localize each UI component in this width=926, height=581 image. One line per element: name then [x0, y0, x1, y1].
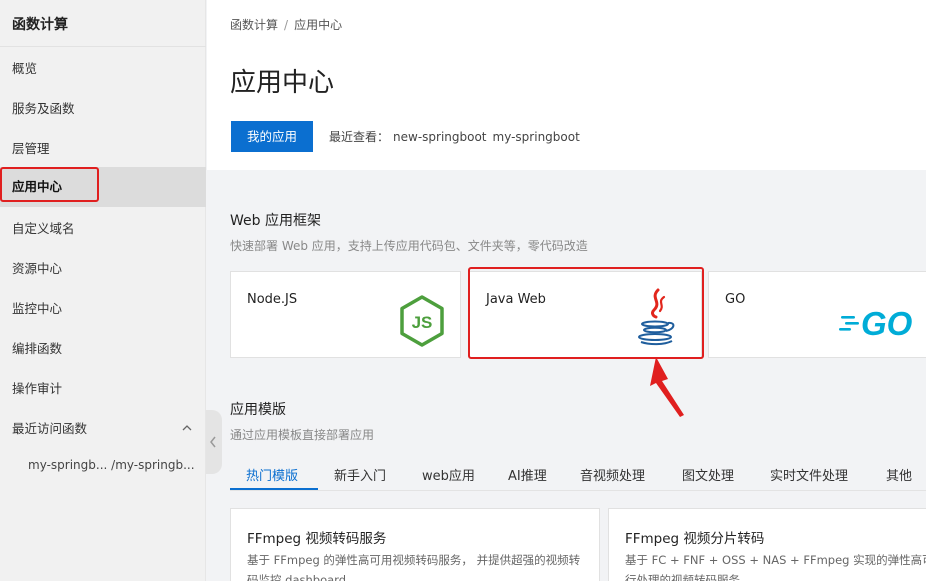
- recently-viewed-label: 最近查看：: [329, 130, 390, 144]
- recent-app-link[interactable]: new-springboot: [393, 130, 487, 144]
- template-card-title: FFmpeg 视频转码服务: [247, 531, 387, 547]
- sidebar-item-app-center[interactable]: 应用中心: [0, 167, 206, 207]
- sidebar-title: 函数计算: [12, 17, 68, 33]
- my-apps-button[interactable]: 我的应用: [231, 121, 313, 152]
- tab-image-text[interactable]: 图文处理: [682, 465, 734, 484]
- sidebar-collapse-handle[interactable]: [206, 410, 222, 474]
- framework-card-label: GO: [725, 292, 746, 307]
- chevron-left-icon: [210, 436, 216, 448]
- tab-ai-inference[interactable]: AI推理: [508, 465, 547, 484]
- sidebar-item-services-functions[interactable]: 服务及函数: [0, 89, 206, 129]
- sidebar-item-layers[interactable]: 层管理: [0, 129, 206, 169]
- recently-viewed: 最近查看： new-springboot my-springboot: [329, 128, 586, 145]
- recent-function-link[interactable]: my-springb... /my-springb...: [28, 458, 195, 472]
- sidebar-item-resource-center[interactable]: 资源中心: [0, 249, 206, 289]
- tab-web-apps[interactable]: web应用: [422, 465, 475, 484]
- breadcrumb-item-root[interactable]: 函数计算: [230, 18, 278, 32]
- template-card-title: FFmpeg 视频分片转码: [625, 531, 765, 547]
- svg-text:GO: GO: [861, 305, 913, 340]
- framework-card-java-web[interactable]: Java Web: [469, 271, 702, 358]
- svg-text:JS: JS: [412, 313, 433, 332]
- sidebar-item-monitoring[interactable]: 监控中心: [0, 289, 206, 329]
- app-root: 函数计算 概览 服务及函数 层管理 应用中心 自定义域名 资源中心 监控中心 编…: [0, 0, 926, 581]
- sidebar-item-label: 最近访问函数: [12, 421, 88, 436]
- template-card-ffmpeg-segment[interactable]: FFmpeg 视频分片转码 基于 FC + FNF + OSS + NAS + …: [608, 508, 926, 581]
- chevron-up-icon[interactable]: [182, 423, 192, 433]
- sidebar: 函数计算 概览 服务及函数 层管理 应用中心 自定义域名 资源中心 监控中心 编…: [0, 0, 206, 581]
- framework-card-label: Java Web: [486, 292, 546, 307]
- tab-hot-templates[interactable]: 热门模版: [246, 465, 298, 484]
- page-header: 函数计算 / 应用中心 应用中心 我的应用 最近查看： new-springboot m…: [207, 0, 926, 170]
- tab-other[interactable]: 其他: [886, 465, 912, 484]
- sidebar-divider: [0, 46, 206, 47]
- section-desc-web-frameworks: 快速部署 Web 应用，支持上传应用代码包、文件夹等，零代码改造: [230, 239, 588, 253]
- framework-card-label: Node.JS: [247, 292, 298, 307]
- breadcrumb: 函数计算 / 应用中心: [230, 16, 342, 33]
- annotation-arrow: [650, 357, 684, 417]
- nodejs-icon: JS: [400, 295, 444, 347]
- breadcrumb-separator: /: [284, 18, 289, 32]
- page-title: 应用中心: [230, 68, 335, 98]
- framework-card-nodejs[interactable]: Node.JS JS: [230, 271, 461, 358]
- recent-app-link[interactable]: my-springboot: [493, 130, 580, 144]
- active-tab-indicator: [230, 488, 318, 490]
- tab-realtime-files[interactable]: 实时文件处理: [770, 465, 848, 484]
- java-icon: [638, 288, 675, 346]
- sidebar-item-orchestration[interactable]: 编排函数: [0, 329, 206, 369]
- go-icon: GO: [839, 305, 913, 340]
- section-desc-templates: 通过应用模板直接部署应用: [230, 428, 375, 442]
- template-card-desc: 基于 FFmpeg 的弹性高可用视频转码服务， 并提供超强的视频转码监控 das…: [247, 553, 581, 581]
- template-card-ffmpeg-transcode[interactable]: FFmpeg 视频转码服务 基于 FFmpeg 的弹性高可用视频转码服务， 并提…: [230, 508, 600, 581]
- sidebar-item-recent-functions[interactable]: 最近访问函数: [0, 409, 206, 449]
- sidebar-item-overview[interactable]: 概览: [0, 49, 206, 89]
- sidebar-item-audit[interactable]: 操作审计: [0, 369, 206, 409]
- tab-audio-video[interactable]: 音视频处理: [580, 465, 645, 484]
- framework-card-go[interactable]: GO GO: [708, 271, 926, 358]
- sidebar-item-custom-domains[interactable]: 自定义域名: [0, 209, 206, 249]
- tab-getting-started[interactable]: 新手入门: [334, 465, 386, 484]
- template-tabs: 热门模版 新手入门 web应用 AI推理 音视频处理 图文处理 实时文件处理 其…: [230, 460, 926, 491]
- section-title-templates: 应用模版: [230, 402, 286, 418]
- section-title-web-frameworks: Web 应用框架: [230, 213, 321, 229]
- template-card-desc: 基于 FC + FNF + OSS + NAS + FFmpeg 实现的弹性高可…: [625, 553, 926, 581]
- breadcrumb-item-current: 应用中心: [294, 18, 343, 32]
